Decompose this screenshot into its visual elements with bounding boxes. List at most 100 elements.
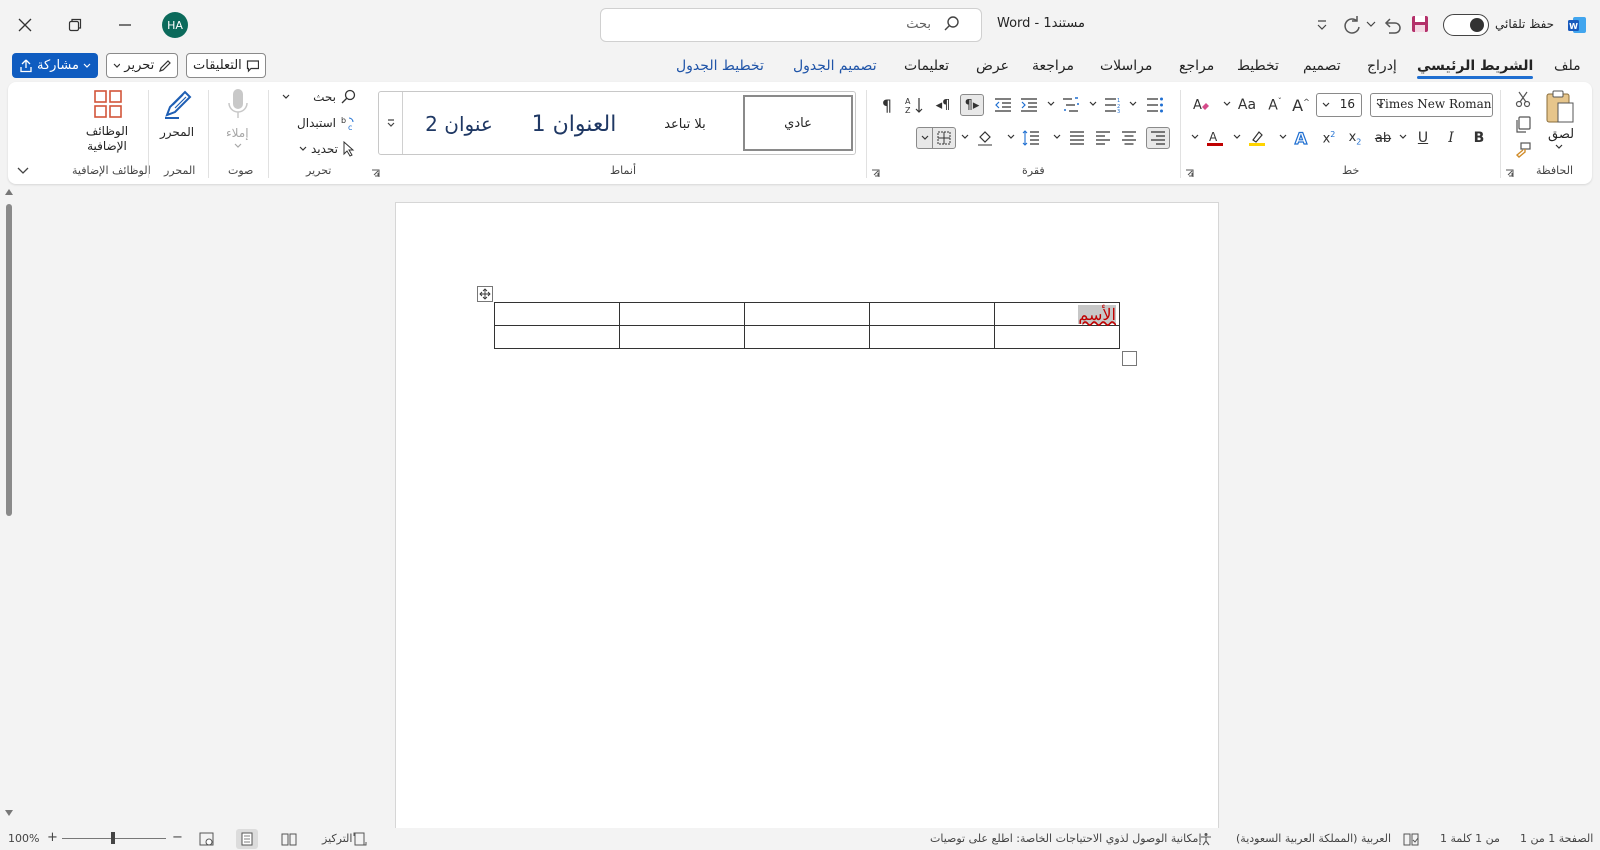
- chevron-down-icon[interactable]: [1398, 132, 1408, 142]
- close-window-button[interactable]: [10, 10, 40, 40]
- chevron-down-icon[interactable]: [1128, 99, 1138, 109]
- focus-mode-label[interactable]: التركيز: [322, 832, 352, 845]
- accessibility-icon[interactable]: [1198, 831, 1214, 847]
- editing-mode-button[interactable]: تحرير: [106, 53, 178, 78]
- web-layout-button[interactable]: [198, 831, 214, 847]
- cut-button[interactable]: [1512, 88, 1534, 110]
- font-size-input[interactable]: 16: [1316, 93, 1362, 117]
- tab-references[interactable]: مراجع: [1179, 58, 1214, 74]
- tab-home[interactable]: الشريط الرئيسي: [1417, 58, 1534, 79]
- justify-button[interactable]: [1066, 127, 1088, 149]
- font-color-button[interactable]: A: [1204, 127, 1226, 149]
- line-spacing-button[interactable]: [1020, 127, 1042, 149]
- editor-icon[interactable]: [160, 86, 196, 122]
- chevron-down-icon[interactable]: [1006, 132, 1016, 142]
- dialog-launcher-icon[interactable]: [1184, 168, 1194, 178]
- autosave-toggle[interactable]: [1443, 14, 1489, 36]
- share-button[interactable]: مشاركة: [12, 53, 98, 78]
- customize-qat-button[interactable]: [1312, 15, 1332, 35]
- numbering-button[interactable]: 123: [1102, 94, 1124, 116]
- show-formatting-marks-button[interactable]: ¶: [876, 94, 898, 116]
- read-mode-button[interactable]: [280, 831, 298, 847]
- print-layout-button[interactable]: [236, 829, 258, 849]
- document-page[interactable]: [395, 202, 1219, 832]
- minimize-window-button[interactable]: [110, 10, 140, 40]
- paste-label[interactable]: لصق: [1548, 127, 1574, 142]
- language-status[interactable]: العربية (المملكة العربية السعودية): [1236, 832, 1391, 845]
- chevron-down-icon[interactable]: [960, 132, 970, 142]
- select-button[interactable]: تحديد: [290, 140, 356, 158]
- increase-font-size-button[interactable]: A^: [1290, 94, 1312, 116]
- vertical-scrollbar[interactable]: [4, 188, 14, 818]
- tab-review[interactable]: مراجعة: [1032, 58, 1074, 74]
- table-cell-text[interactable]: الأسم: [1078, 304, 1116, 324]
- tab-view[interactable]: عرض: [976, 58, 1009, 74]
- tab-table-design[interactable]: تصميم الجدول: [793, 58, 877, 74]
- underline-button[interactable]: U: [1412, 127, 1434, 149]
- table-cell[interactable]: [619, 302, 745, 326]
- search-input[interactable]: بحث: [600, 8, 982, 42]
- table-move-handle[interactable]: [477, 286, 493, 302]
- tab-file[interactable]: ملف: [1554, 58, 1581, 74]
- account-avatar[interactable]: HA: [162, 12, 188, 38]
- tab-help[interactable]: تعليمات: [904, 58, 949, 74]
- table-cell[interactable]: [494, 325, 620, 349]
- scroll-up-arrow-icon[interactable]: [5, 189, 13, 195]
- comments-button[interactable]: التعليقات: [186, 53, 266, 78]
- chevron-down-icon[interactable]: [1052, 132, 1062, 142]
- chevron-down-icon[interactable]: [1222, 99, 1232, 109]
- save-button[interactable]: [1408, 12, 1432, 36]
- tab-insert[interactable]: إدراج: [1367, 58, 1397, 74]
- tab-table-layout[interactable]: تخطيط الجدول: [676, 58, 764, 74]
- style-normal[interactable]: عادي: [743, 95, 853, 151]
- strikethrough-button[interactable]: ab: [1372, 127, 1394, 149]
- borders-dropdown[interactable]: [916, 127, 932, 149]
- tab-layout[interactable]: تخطيط: [1237, 58, 1279, 74]
- sort-button[interactable]: AZ: [904, 94, 926, 116]
- style-no-spacing[interactable]: بلا تباعد: [635, 100, 735, 148]
- dictate-button-label[interactable]: إملاء: [226, 126, 249, 140]
- proofing-icon[interactable]: [1402, 831, 1420, 847]
- dialog-launcher-icon[interactable]: [370, 168, 380, 178]
- table-cell[interactable]: [619, 325, 745, 349]
- redo-dropdown[interactable]: [1365, 17, 1377, 31]
- addins-icon[interactable]: [92, 88, 124, 120]
- tab-mailings[interactable]: مراسلات: [1100, 58, 1152, 74]
- align-left-button[interactable]: [1092, 127, 1114, 149]
- chevron-down-icon[interactable]: [1278, 132, 1288, 142]
- zoom-level[interactable]: 100%: [8, 832, 39, 845]
- style-heading-2[interactable]: عنوان 2: [409, 100, 509, 148]
- table-cell[interactable]: [869, 302, 995, 326]
- align-center-button[interactable]: [1118, 127, 1140, 149]
- clear-formatting-button[interactable]: A: [1190, 94, 1212, 116]
- format-painter-button[interactable]: [1512, 140, 1534, 162]
- table-cell[interactable]: [744, 302, 870, 326]
- zoom-out-button[interactable]: −: [172, 830, 183, 845]
- dialog-launcher-icon[interactable]: [1504, 168, 1514, 178]
- replace-button[interactable]: استبدال bc: [290, 114, 356, 132]
- ltr-direction-button[interactable]: ¶▸: [960, 94, 984, 116]
- redo-button[interactable]: [1340, 13, 1364, 37]
- increase-indent-button[interactable]: [1018, 94, 1040, 116]
- addins-button-label[interactable]: الوظائف الإضافية: [72, 124, 142, 154]
- table-cell[interactable]: [744, 325, 870, 349]
- borders-button[interactable]: [932, 127, 956, 149]
- chevron-down-icon[interactable]: [1088, 99, 1098, 109]
- scrollbar-thumb[interactable]: [6, 204, 12, 516]
- table-resize-handle[interactable]: [1122, 351, 1137, 366]
- find-button[interactable]: بحث: [282, 88, 356, 106]
- zoom-in-button[interactable]: +: [47, 830, 58, 845]
- table-cell[interactable]: الأسم: [994, 302, 1120, 326]
- table-cell[interactable]: [869, 325, 995, 349]
- paste-button[interactable]: [1542, 88, 1578, 126]
- italic-button[interactable]: I: [1440, 127, 1462, 149]
- font-name-input[interactable]: Times New Roman (: [1370, 93, 1493, 117]
- bullets-button[interactable]: [1144, 94, 1166, 116]
- page-number[interactable]: الصفحة 1 من 1: [1520, 832, 1593, 845]
- chevron-down-icon[interactable]: [1046, 99, 1056, 109]
- change-case-button[interactable]: Aa: [1236, 94, 1258, 116]
- shading-button[interactable]: [974, 127, 996, 149]
- multilevel-list-button[interactable]: [1060, 94, 1082, 116]
- word-count[interactable]: 1 من 1 كلمة: [1440, 832, 1500, 845]
- tab-design[interactable]: تصميم: [1303, 58, 1341, 74]
